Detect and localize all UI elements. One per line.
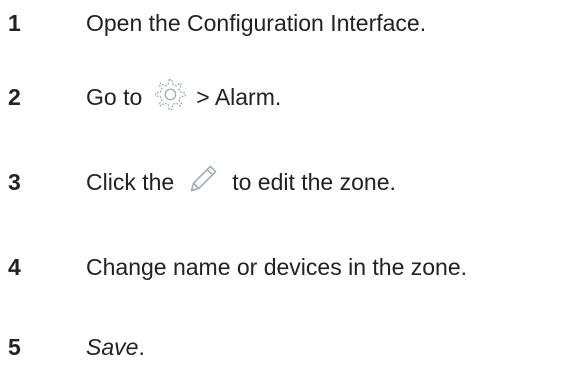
- pencil-icon: [182, 158, 224, 206]
- step-text-after: > Alarm.: [196, 83, 282, 110]
- step-text-after: .: [138, 333, 145, 360]
- step-3: 3 Click the to edit the zone.: [0, 162, 562, 202]
- step-5: 5 Save.: [0, 327, 562, 367]
- step-2: 2 Go to > Alarm.: [0, 77, 562, 117]
- gear-icon: [150, 75, 188, 119]
- step-text-before: Go to: [86, 83, 143, 110]
- step-number: 1: [8, 9, 21, 36]
- step-text: Click the to edit the zone.: [86, 158, 396, 206]
- step-number: 3: [8, 168, 21, 195]
- step-text: Save.: [86, 334, 145, 361]
- step-number: 4: [8, 253, 21, 280]
- save-label: Save: [86, 333, 139, 360]
- step-4: 4 Change name or devices in the zone.: [0, 247, 562, 287]
- step-text: Open the Configuration Interface.: [86, 9, 427, 36]
- step-1: 1 Open the Configuration Interface.: [0, 3, 562, 43]
- step-number: 5: [8, 333, 21, 360]
- step-text: Change name or devices in the zone.: [86, 253, 468, 280]
- step-number: 2: [8, 83, 21, 110]
- step-text-before: Click the: [86, 168, 175, 195]
- step-text-after: to edit the zone.: [232, 168, 396, 195]
- step-text: Go to > Alarm.: [86, 75, 281, 119]
